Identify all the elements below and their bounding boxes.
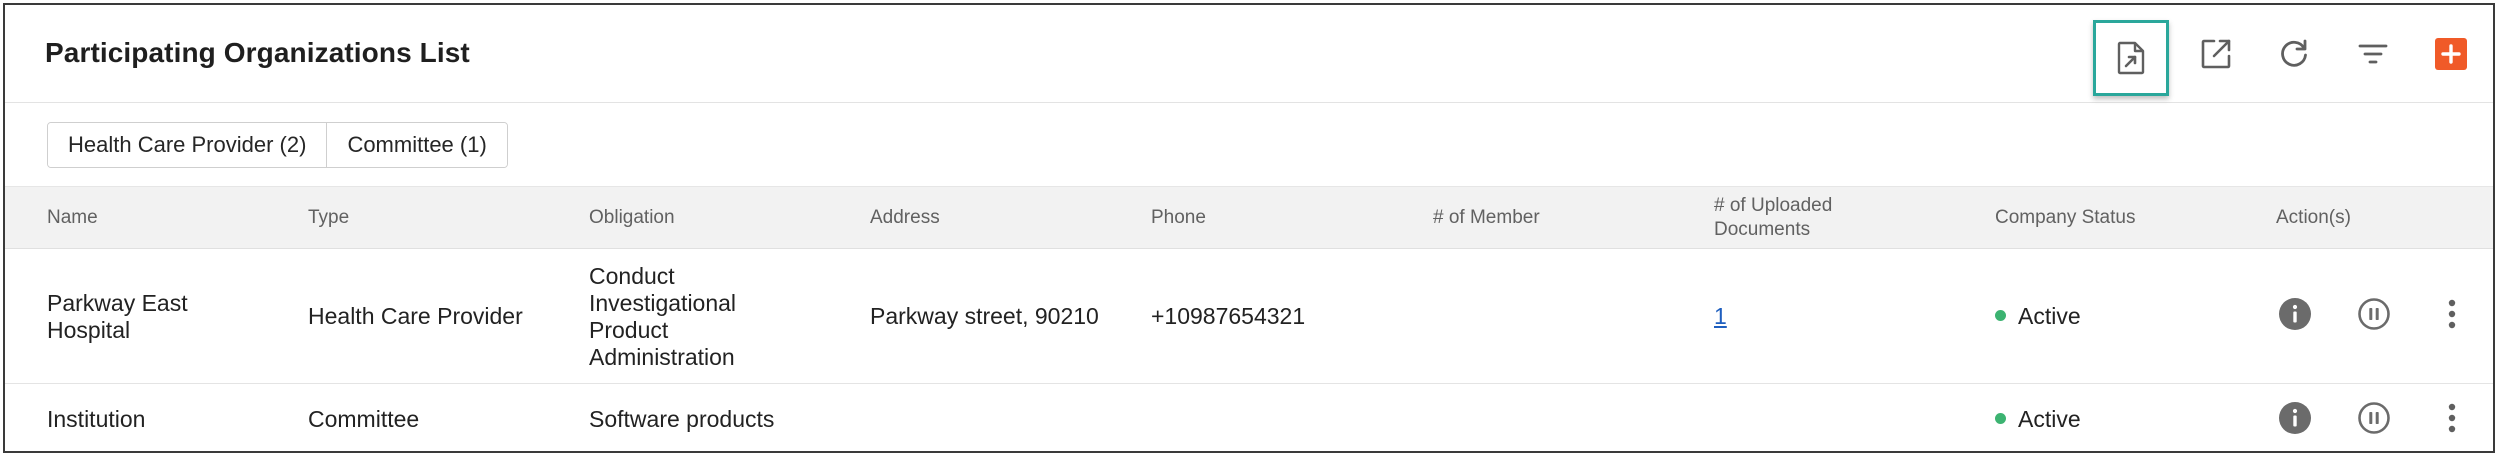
column-header-name[interactable]: Name (47, 206, 98, 230)
table-header: Name Type Obligation Address Phone # of … (5, 186, 2493, 249)
column-header-address[interactable]: Address (870, 206, 940, 230)
info-button[interactable] (2278, 297, 2312, 336)
add-icon (2435, 38, 2467, 70)
cell-type: Health Care Provider (308, 303, 523, 329)
info-icon (2278, 297, 2312, 336)
more-options-button[interactable] (2435, 403, 2469, 437)
pause-button[interactable] (2357, 297, 2391, 336)
add-button[interactable] (2424, 27, 2478, 81)
table-row: Parkway East Hospital Health Care Provid… (5, 249, 2493, 384)
refresh-icon (2277, 37, 2311, 71)
more-vert-icon (2447, 403, 2457, 438)
column-header-uploaded-documents[interactable]: # of Uploaded Documents (1714, 194, 1832, 242)
cell-type: Committee (308, 406, 420, 432)
column-header-company-status[interactable]: Company Status (1995, 206, 2135, 230)
pause-circle-icon (2357, 401, 2391, 440)
filter-icon (2356, 37, 2390, 71)
cell-name: Parkway East Hospital (47, 290, 188, 343)
refresh-button[interactable] (2267, 27, 2321, 81)
open-in-new-icon (2199, 37, 2233, 71)
more-vert-icon (2447, 299, 2457, 334)
status-text: Active (2018, 303, 2081, 329)
file-export-icon (2116, 41, 2146, 75)
table-row: Institution Committee Software products … (5, 384, 2493, 455)
cell-obligation: Conduct Investigational Product Administ… (589, 263, 737, 370)
open-new-button[interactable] (2189, 27, 2243, 81)
filter-button[interactable] (2346, 27, 2400, 81)
cell-name: Institution (47, 406, 146, 432)
status-badge: Active (1995, 406, 2081, 433)
status-text: Active (2018, 406, 2081, 432)
status-dot-icon (1995, 310, 2006, 322)
pause-button[interactable] (2357, 401, 2391, 440)
status-dot-icon (1995, 413, 2006, 425)
panel-header: Participating Organizations List (5, 5, 2493, 103)
info-icon (2278, 401, 2312, 440)
pause-circle-icon (2357, 297, 2391, 336)
status-badge: Active (1995, 303, 2081, 330)
column-header-phone[interactable]: Phone (1151, 206, 1206, 230)
organizations-panel: Participating Organizations List Health … (3, 3, 2495, 453)
column-header-actions: Action(s) (2276, 207, 2351, 228)
uploaded-documents-link[interactable]: 1 (1714, 303, 1727, 330)
category-tabs: Health Care Provider (2) Committee (1) (47, 122, 508, 168)
info-button[interactable] (2278, 401, 2312, 440)
more-options-button[interactable] (2435, 299, 2469, 333)
cell-obligation: Software products (589, 406, 775, 432)
column-header-obligation[interactable]: Obligation (589, 206, 675, 230)
cell-phone: +10987654321 (1151, 303, 1306, 329)
export-button[interactable] (2093, 20, 2169, 96)
column-header-members[interactable]: # of Member (1433, 206, 1540, 230)
tab-committee[interactable]: Committee (1) (326, 123, 507, 167)
page-title: Participating Organizations List (45, 37, 470, 68)
tab-health-care-provider[interactable]: Health Care Provider (2) (48, 123, 327, 167)
column-header-type[interactable]: Type (308, 206, 349, 230)
cell-address: Parkway street, 90210 (870, 303, 1099, 329)
